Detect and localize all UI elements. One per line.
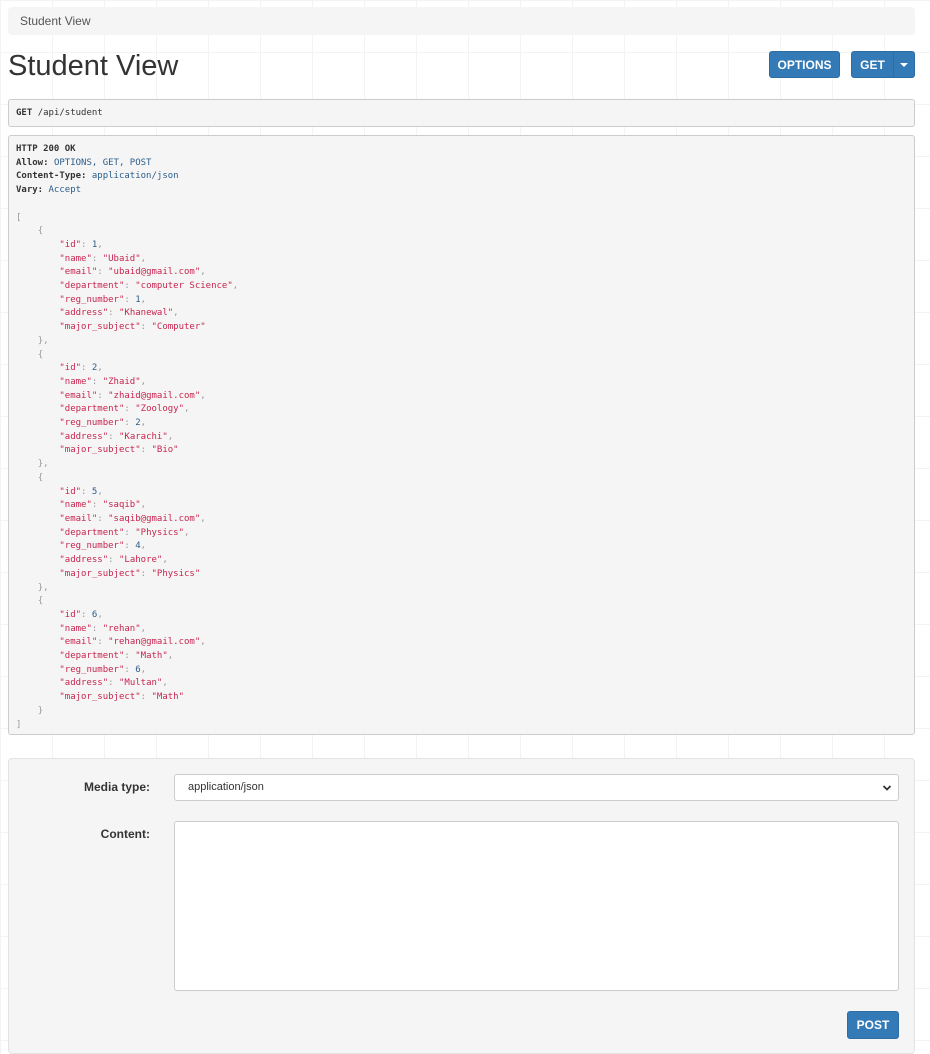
response-header-name: Content-Type: bbox=[16, 171, 87, 182]
content-label: Content: bbox=[100, 827, 150, 841]
json-string: "Physics" bbox=[135, 527, 185, 538]
json-key: "major_subject" bbox=[59, 568, 141, 579]
media-type-label: Media type: bbox=[83, 780, 150, 794]
post-button[interactable]: POST bbox=[847, 1011, 899, 1039]
json-brace: { bbox=[37, 226, 44, 237]
request-path: /api/student bbox=[37, 108, 103, 118]
json-key: "reg_number" bbox=[59, 664, 125, 675]
json-brace: { bbox=[37, 349, 44, 360]
json-key: "id" bbox=[59, 239, 82, 250]
json-brace: } bbox=[37, 705, 44, 716]
json-key: "name" bbox=[59, 376, 92, 387]
response-header-value: OPTIONS, GET, POST bbox=[53, 157, 152, 168]
json-string: "Karachi" bbox=[118, 431, 168, 442]
json-key: "major_subject" bbox=[59, 692, 141, 703]
response-header-value: application/json bbox=[91, 171, 179, 182]
json-key: "reg_number" bbox=[59, 294, 125, 305]
response-status: HTTP 200 OK bbox=[16, 144, 76, 154]
json-key: "name" bbox=[59, 253, 92, 264]
json-key: "department" bbox=[59, 527, 125, 538]
json-key: "email" bbox=[59, 267, 98, 278]
media-type-select[interactable]: application/json bbox=[174, 774, 899, 801]
json-string: "Multan" bbox=[118, 678, 163, 689]
response-header-name: Vary: bbox=[16, 185, 44, 196]
json-bracket: ] bbox=[16, 719, 22, 730]
json-string: "Math" bbox=[135, 651, 168, 662]
json-key: "department" bbox=[59, 651, 125, 662]
json-key: "reg_number" bbox=[59, 541, 125, 552]
chevron-down-icon bbox=[882, 785, 892, 791]
json-string: "saqib" bbox=[102, 500, 141, 511]
json-string: "Zoology" bbox=[135, 404, 185, 415]
json-string: "computer Science" bbox=[135, 281, 233, 292]
json-key: "major_subject" bbox=[59, 445, 141, 456]
response-info: HTTP 200 OK Allow: OPTIONS, GET, POST Co… bbox=[8, 135, 915, 735]
json-brace: }, bbox=[37, 459, 49, 470]
json-key: "address" bbox=[59, 308, 109, 319]
media-type-selected-value: application/json bbox=[188, 781, 264, 793]
get-button[interactable]: GET bbox=[851, 51, 894, 78]
json-string: "rehan" bbox=[102, 623, 141, 634]
caret-down-icon bbox=[900, 62, 908, 67]
json-key: "name" bbox=[59, 500, 92, 511]
json-string: "rehan@gmail.com" bbox=[108, 637, 201, 648]
get-format-dropdown-toggle[interactable] bbox=[893, 51, 915, 78]
json-string: "Khanewal" bbox=[118, 308, 174, 319]
response-header-value: Accept bbox=[48, 185, 82, 196]
json-string: "Physics" bbox=[151, 568, 201, 579]
json-bracket: [ bbox=[16, 212, 22, 223]
json-brace: { bbox=[37, 596, 44, 607]
json-key: "department" bbox=[59, 281, 125, 292]
json-brace: }, bbox=[37, 582, 49, 593]
json-key: "email" bbox=[59, 637, 98, 648]
content-textarea[interactable] bbox=[174, 821, 899, 991]
json-key: "address" bbox=[59, 555, 109, 566]
json-string: "Ubaid" bbox=[102, 253, 141, 264]
json-key: "reg_number" bbox=[59, 418, 125, 429]
json-key: "department" bbox=[59, 404, 125, 415]
json-key: "address" bbox=[59, 678, 109, 689]
response-header-name: Allow: bbox=[16, 157, 49, 168]
json-key: "email" bbox=[59, 513, 98, 524]
json-string: "Math" bbox=[151, 692, 184, 703]
json-key: "email" bbox=[59, 390, 98, 401]
page-title: Student View bbox=[8, 50, 179, 82]
request-info: GET /api/student bbox=[8, 99, 915, 127]
json-brace: }, bbox=[37, 335, 49, 346]
json-key: "id" bbox=[59, 486, 82, 497]
json-string: "saqib@gmail.com" bbox=[108, 513, 201, 524]
json-string: "Computer" bbox=[151, 322, 206, 333]
json-string: "zhaid@gmail.com" bbox=[108, 390, 201, 401]
json-string: "Bio" bbox=[151, 445, 179, 456]
breadcrumb: Student View bbox=[8, 7, 915, 35]
json-key: "id" bbox=[59, 363, 82, 374]
breadcrumb-item-student-view[interactable]: Student View bbox=[20, 14, 91, 28]
json-string: "ubaid@gmail.com" bbox=[108, 267, 201, 278]
json-string: "Lahore" bbox=[118, 555, 163, 566]
request-method: GET bbox=[16, 108, 33, 118]
json-brace: { bbox=[37, 472, 44, 483]
json-key: "name" bbox=[59, 623, 92, 634]
json-key: "id" bbox=[59, 609, 82, 620]
json-key: "address" bbox=[59, 431, 109, 442]
json-string: "Zhaid" bbox=[102, 376, 141, 387]
json-key: "major_subject" bbox=[59, 322, 141, 333]
options-button[interactable]: OPTIONS bbox=[769, 51, 840, 78]
